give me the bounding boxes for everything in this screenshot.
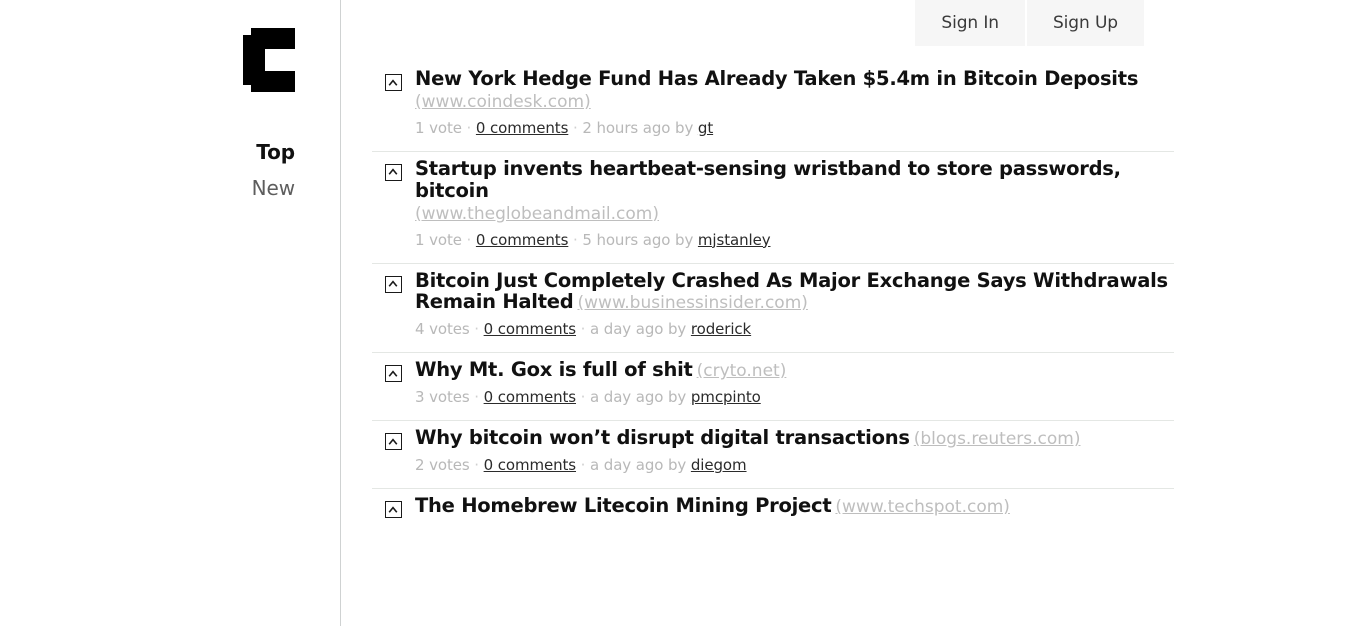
story-item: Why Mt. Gox is full of shit (cryto.net) 3…: [372, 353, 1174, 422]
story-item: Startup invents heartbeat-sensing wristb…: [372, 152, 1174, 264]
sidebar-item-top[interactable]: Top: [0, 134, 295, 170]
vote-count: 1 vote: [415, 230, 462, 249]
vote-count: 1 vote: [415, 118, 462, 137]
upvote-caret-icon[interactable]: [385, 365, 402, 383]
story-title-link[interactable]: The Homebrew Litecoin Mining Project: [415, 494, 832, 517]
story-title-link[interactable]: Why Mt. Gox is full of shit: [415, 358, 693, 381]
comments-link[interactable]: 0 comments: [476, 231, 569, 249]
story-title-link[interactable]: Startup invents heartbeat-sensing wristb…: [415, 157, 1121, 202]
upvote-caret-icon[interactable]: [385, 433, 402, 451]
story-domain-link[interactable]: (www.businessinsider.com): [578, 293, 808, 313]
story-domain-link[interactable]: (blogs.reuters.com): [914, 429, 1081, 449]
sign-up-button[interactable]: Sign Up: [1026, 0, 1144, 46]
meta-separator: ·: [461, 118, 476, 137]
auth-bar: Sign In Sign Up: [915, 0, 1144, 46]
story-item: The Homebrew Litecoin Mining Project (www…: [372, 489, 1174, 531]
comments-link[interactable]: 0 comments: [484, 320, 577, 338]
upvote-caret-icon[interactable]: [385, 163, 402, 181]
meta-separator: ·: [469, 388, 484, 407]
story-heading: Bitcoin Just Completely Crashed As Major…: [415, 269, 1174, 314]
story-heading: Why Mt. Gox is full of shit (cryto.net): [415, 359, 1174, 381]
meta-separator: ·: [568, 230, 583, 249]
upvote-caret-icon[interactable]: [385, 275, 402, 293]
story-title-link[interactable]: Why bitcoin won’t disrupt digital transa…: [415, 426, 910, 449]
story-list: New York Hedge Fund Has Already Taken $5…: [372, 62, 1174, 532]
meta-separator: ·: [469, 320, 484, 339]
comments-link[interactable]: 0 comments: [484, 388, 577, 406]
sidebar: Top New: [0, 0, 341, 626]
blocky-c-logo-icon[interactable]: [243, 28, 295, 92]
story-heading: New York Hedge Fund Has Already Taken $5…: [415, 68, 1174, 112]
story-meta: 1 vote · 0 comments · 5 hours ago by mjs…: [415, 231, 1174, 249]
upvote-caret-icon[interactable]: [385, 501, 402, 519]
story-heading: Startup invents heartbeat-sensing wristb…: [415, 157, 1174, 224]
story-domain-link[interactable]: (www.techspot.com): [835, 497, 1010, 517]
vote-count: 2 votes: [415, 456, 470, 475]
story-domain-link[interactable]: (www.coindesk.com): [415, 92, 1174, 112]
main-content: Sign In Sign Up New York Hedge Fund Has …: [342, 0, 1349, 626]
sign-in-button[interactable]: Sign In: [915, 0, 1025, 46]
meta-separator: ·: [461, 230, 476, 249]
story-age: a day ago by: [590, 456, 687, 475]
logo-bar-bottom: [251, 71, 295, 92]
story-meta: 2 votes · 0 comments · a day ago by dieg…: [415, 456, 1174, 474]
story-title-link[interactable]: New York Hedge Fund Has Already Taken $5…: [415, 67, 1138, 90]
vote-count: 4 votes: [415, 320, 470, 339]
story-item: New York Hedge Fund Has Already Taken $5…: [372, 62, 1174, 152]
comments-link[interactable]: 0 comments: [476, 119, 569, 137]
story-age: 2 hours ago by: [582, 118, 694, 137]
author-link[interactable]: roderick: [691, 320, 751, 338]
sidebar-item-new[interactable]: New: [0, 170, 295, 206]
story-item: Bitcoin Just Completely Crashed As Major…: [372, 264, 1174, 354]
site-logo[interactable]: [0, 28, 295, 92]
story-domain-link[interactable]: (cryto.net): [697, 361, 787, 381]
meta-separator: ·: [469, 456, 484, 475]
meta-separator: ·: [568, 118, 583, 137]
author-link[interactable]: gt: [698, 119, 713, 137]
author-link[interactable]: pmcpinto: [691, 388, 761, 406]
story-age: 5 hours ago by: [582, 230, 694, 249]
meta-separator: ·: [576, 320, 591, 339]
comments-link[interactable]: 0 comments: [484, 456, 577, 474]
story-heading: Why bitcoin won’t disrupt digital transa…: [415, 427, 1174, 449]
story-meta: 1 vote · 0 comments · 2 hours ago by gt: [415, 119, 1174, 137]
author-link[interactable]: diegom: [691, 456, 747, 474]
sidebar-nav: Top New: [0, 134, 295, 206]
story-age: a day ago by: [590, 320, 687, 339]
upvote-caret-icon[interactable]: [385, 74, 402, 91]
story-age: a day ago by: [590, 388, 687, 407]
story-meta: 4 votes · 0 comments · a day ago by rode…: [415, 320, 1174, 338]
vote-count: 3 votes: [415, 388, 470, 407]
meta-separator: ·: [576, 388, 591, 407]
story-item: Why bitcoin won’t disrupt digital transa…: [372, 421, 1174, 490]
story-meta: 3 votes · 0 comments · a day ago by pmcp…: [415, 388, 1174, 406]
meta-separator: ·: [576, 456, 591, 475]
story-domain-link[interactable]: (www.theglobeandmail.com): [415, 204, 1174, 224]
story-heading: The Homebrew Litecoin Mining Project (www…: [415, 495, 1174, 517]
author-link[interactable]: mjstanley: [698, 231, 771, 249]
